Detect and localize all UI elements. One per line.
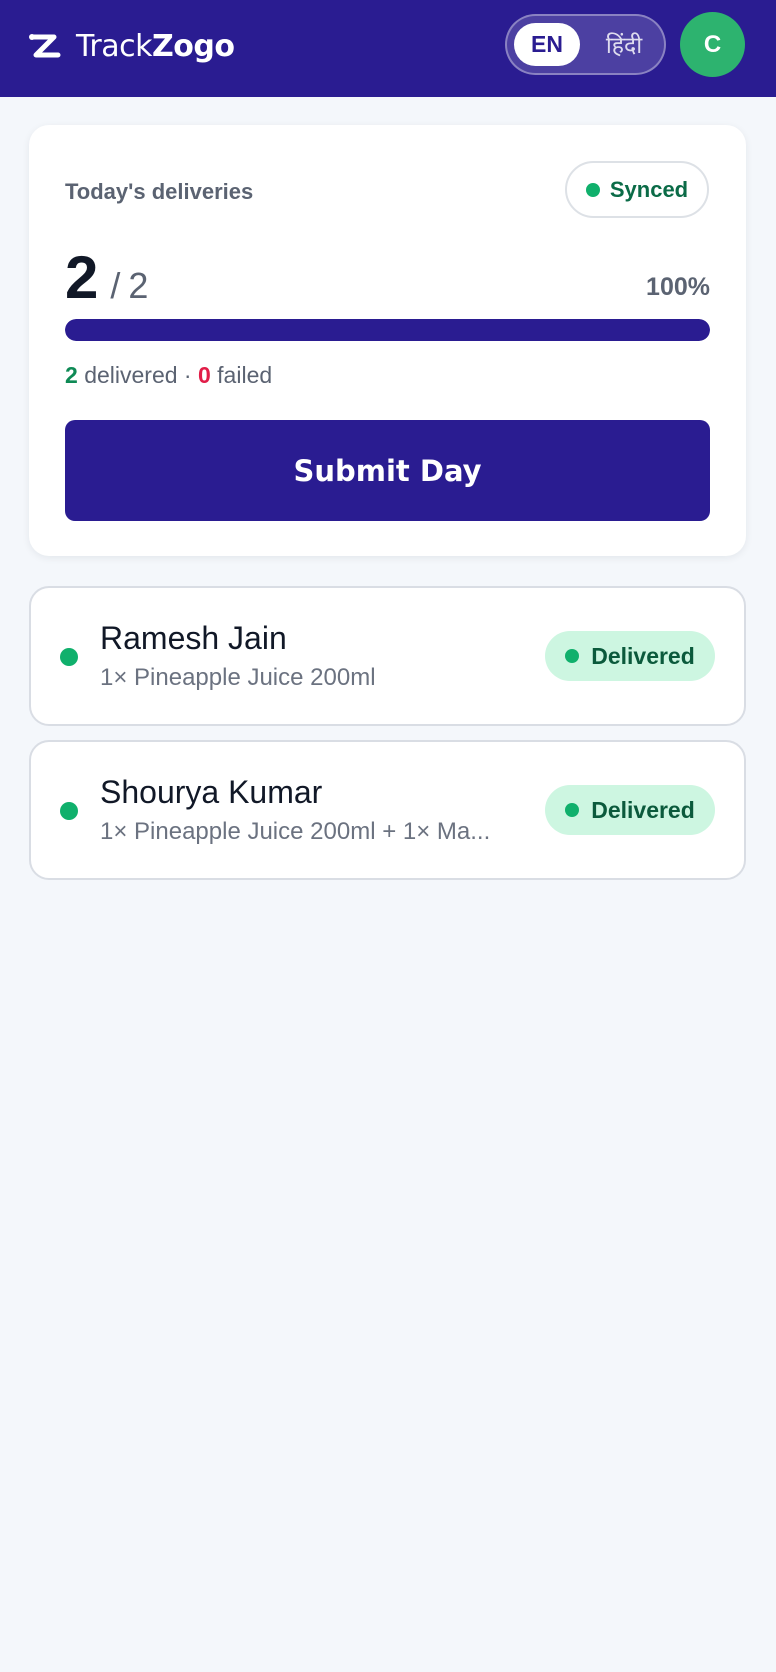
completion-percent: 100% [646, 273, 710, 301]
stats-separator: · [183, 362, 192, 388]
language-toggle: EN हिंदी [505, 14, 666, 75]
summary-title: Today's deliveries [65, 179, 254, 204]
progress-bar-fill [65, 319, 710, 341]
top-bar: TrackZogo EN हिंदी C [0, 0, 776, 97]
deliveries-summary-card: Today's deliveries Synced 2 / 2 100% 2 d… [29, 125, 746, 556]
sync-status-badge: Synced [565, 161, 709, 218]
delivery-status-label: Delivered [591, 642, 695, 669]
total-count-value: 2 [128, 265, 149, 306]
sync-status-label: Synced [609, 176, 689, 202]
language-option-hindi[interactable]: हिंदी [591, 22, 657, 65]
delivered-stat-label: delivered [84, 362, 178, 388]
count-separator: / [110, 265, 121, 306]
failed-stat-count: 0 [197, 362, 211, 388]
language-option-en[interactable]: EN [514, 23, 580, 66]
sync-status-dot-icon [585, 182, 600, 197]
app-screen: TrackZogo EN हिंदी C Today's deliveries … [0, 0, 776, 1672]
order-items: 1× Pineapple Juice 200ml [100, 664, 376, 691]
delivered-count-value: 2 [65, 244, 99, 311]
progress-bar [65, 319, 710, 341]
brand-logo[interactable]: TrackZogo [28, 26, 235, 66]
submit-day-button[interactable]: Submit Day [65, 420, 710, 521]
brand-name-suffix: Zogo [152, 28, 235, 64]
delivery-list-item[interactable]: Ramesh Jain 1× Pineapple Juice 200ml Del… [29, 586, 746, 726]
order-items: 1× Pineapple Juice 200ml + 1× Ma... [100, 818, 491, 845]
user-avatar[interactable]: C [680, 12, 745, 77]
brand-name: TrackZogo [76, 28, 235, 64]
customer-name: Shourya Kumar [100, 774, 323, 810]
delivery-stats: 2 delivered · 0 failed [65, 362, 272, 389]
delivered-stat-count: 2 [65, 362, 78, 388]
failed-stat-label: failed [217, 362, 273, 388]
delivery-count: 2 / 2 [65, 243, 148, 313]
delivery-status-dot-icon [60, 802, 78, 820]
delivery-status-dot-icon [60, 648, 78, 666]
delivery-status-badge: Delivered [545, 785, 715, 835]
status-dot-icon [565, 649, 580, 663]
delivery-status-label: Delivered [591, 796, 695, 823]
brand-name-prefix: Track [76, 28, 153, 64]
trackzogo-logo-icon [29, 34, 61, 58]
customer-name: Ramesh Jain [100, 620, 287, 656]
status-dot-icon [565, 803, 580, 817]
delivery-status-badge: Delivered [545, 631, 715, 681]
delivery-list-item[interactable]: Shourya Kumar 1× Pineapple Juice 200ml +… [29, 740, 746, 880]
